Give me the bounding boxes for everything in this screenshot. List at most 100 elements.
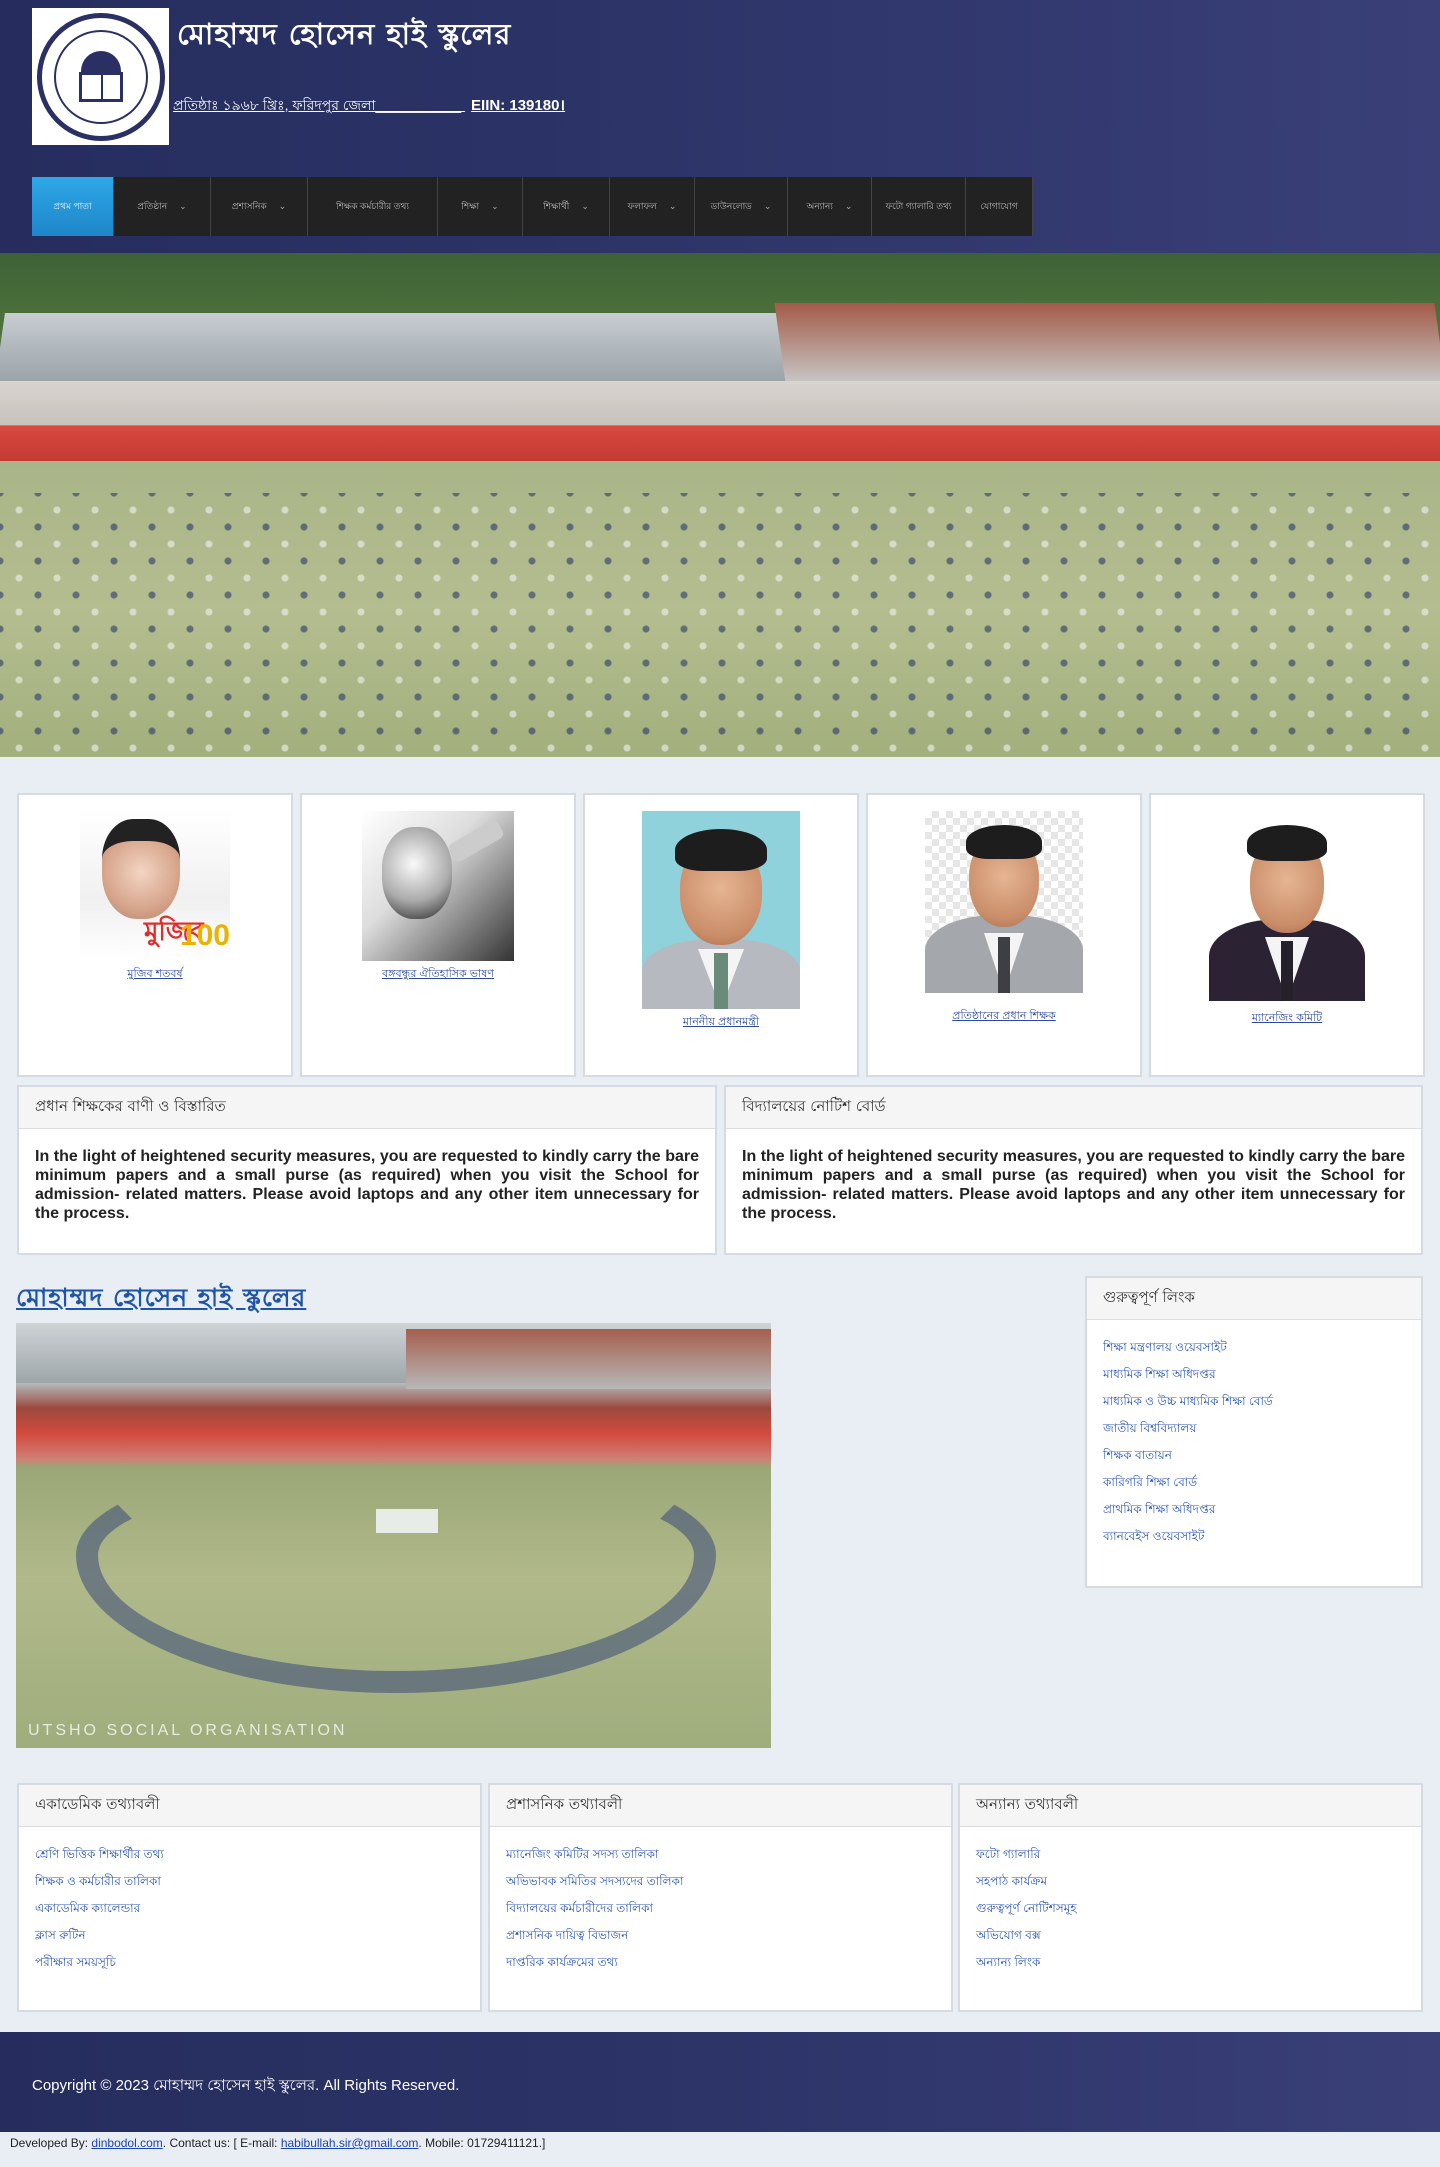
- administrative-link[interactable]: ম্যানেজিং কমিটির সদস্য তালিকা: [506, 1841, 935, 1868]
- nav-item-students[interactable]: শিক্ষার্থী ⌄: [523, 177, 610, 236]
- important-link[interactable]: মাধ্যমিক ও উচ্চ মাধ্যমিক শিক্ষা বোর্ড: [1103, 1388, 1405, 1415]
- nav-item-teachers-staff[interactable]: শিক্ষক কর্মচারীর তথ্য: [308, 177, 438, 236]
- school-group-photo: UTSHO SOCIAL ORGANISATION: [16, 1323, 771, 1748]
- other-link[interactable]: গুরুত্বপূর্ণ নোটিশসমূহ: [976, 1895, 1405, 1922]
- academic-link[interactable]: পরীক্ষার সময়সূচি: [35, 1949, 464, 1976]
- administrative-link[interactable]: বিদ্যালয়ের কর্মচারীদের তালিকা: [506, 1895, 935, 1922]
- email-link[interactable]: habibullah.sir@gmail.com: [281, 2136, 419, 2150]
- historic-speech-image: [362, 811, 514, 961]
- other-link[interactable]: অভিযোগ বক্স: [976, 1922, 1405, 1949]
- hero-students: [0, 493, 1440, 753]
- administrative-link[interactable]: প্রশাসনিক দায়িত্ব বিভাজন: [506, 1922, 935, 1949]
- notice-board-panel: বিদ্যালয়ের নোটিশ বোর্ড In the light of …: [724, 1085, 1423, 1255]
- academic-link[interactable]: ক্লাস রুটিন: [35, 1922, 464, 1949]
- nav-item-download[interactable]: ডাউনলোড ⌄: [695, 177, 788, 236]
- portrait-hair: [1247, 825, 1327, 861]
- nav-item-label: ফলাফল: [627, 201, 657, 211]
- nav-item-label: প্রথম পাতা: [53, 201, 92, 211]
- nav-item-results[interactable]: ফলাফল ⌄: [610, 177, 695, 236]
- administrative-link[interactable]: অভিভাবক সমিতির সদস্যদের তালিকা: [506, 1868, 935, 1895]
- site-footer: Copyright © 2023 মোহাম্মদ হোসেন হাই স্কু…: [0, 2032, 1440, 2132]
- important-link[interactable]: জাতীয় বিশ্ববিদ্যালয়: [1103, 1415, 1405, 1442]
- copyright-text: Copyright © 2023 মোহাম্মদ হোসেন হাই স্কু…: [32, 2077, 460, 2094]
- other-links-list: ফটো গ্যালারি সহপাঠ কার্যক্রম গুরুত্বপূর্…: [960, 1827, 1421, 1990]
- card-historic-speech[interactable]: বঙ্গবন্ধুর ঐতিহাসিক ভাষণ: [300, 793, 576, 1077]
- portrait-image: [642, 811, 800, 1009]
- card-name-link[interactable]: ম্যানেজিং কমিটি: [1151, 1009, 1423, 1028]
- important-link[interactable]: মাধ্যমিক শিক্ষা অধিদপ্তর: [1103, 1361, 1405, 1388]
- portrait-tie: [1281, 941, 1293, 1001]
- card-name-link[interactable]: প্রতিষ্ঠানের প্রধান শিক্ষক: [868, 1007, 1140, 1026]
- portrait-image: [925, 811, 1083, 993]
- featured-cards: মুজিব 100 মুজিব শতবর্ষ বঙ্গবন্ধুর ঐতিহাস…: [17, 793, 1425, 1077]
- academic-link[interactable]: একাডেমিক ক্যালেন্ডার: [35, 1895, 464, 1922]
- panel-title: বিদ্যালয়ের নোটিশ বোর্ড: [726, 1087, 1421, 1129]
- important-link[interactable]: শিক্ষক বাতায়ন: [1103, 1442, 1405, 1469]
- mujib-centenary-image: মুজিব 100: [80, 811, 230, 959]
- main-school-title-link[interactable]: মোহাম্মদ হোসেন হাই স্কুলের: [16, 1278, 306, 1321]
- photo-watermark: UTSHO SOCIAL ORGANISATION: [28, 1722, 348, 1739]
- important-link[interactable]: কারিগরি শিক্ষা বোর্ড: [1103, 1469, 1405, 1496]
- contact-prefix: . Contact us: [ E-mail:: [162, 2136, 281, 2150]
- nav-item-institution[interactable]: প্রতিষ্ঠান ⌄: [114, 177, 211, 236]
- academic-link[interactable]: শ্রেণি ভিত্তিক শিক্ষার্থীর তথ্য: [35, 1841, 464, 1868]
- chevron-down-icon: ⌄: [763, 201, 772, 211]
- nav-item-label: অন্যান্য: [806, 201, 833, 211]
- card-prime-minister[interactable]: মাননীয় প্রধানমন্ত্রী: [583, 793, 859, 1077]
- developer-credit: Developed By: dinbodol.com. Contact us: …: [10, 2136, 545, 2150]
- important-link[interactable]: প্রাথমিক শিক্ষা অধিদপ্তর: [1103, 1496, 1405, 1523]
- main-nav: প্রথম পাতা প্রতিষ্ঠান ⌄ প্রশাসনিক ⌄ শিক্…: [32, 177, 1033, 236]
- important-links-panel: গুরুত্বপূর্ণ লিংক শিক্ষা মন্ত্রণালয় ওয়…: [1085, 1276, 1423, 1588]
- dev-prefix: Developed By:: [10, 2136, 92, 2150]
- other-link[interactable]: ফটো গ্যালারি: [976, 1841, 1405, 1868]
- chevron-down-icon: ⌄: [179, 201, 187, 211]
- nav-item-home[interactable]: প্রথম পাতা: [32, 177, 114, 236]
- panel-title: অন্যান্য তথ্যাবলী: [960, 1785, 1421, 1827]
- mobile-number: . Mobile: 01729411121.]: [418, 2136, 546, 2150]
- chevron-down-icon: ⌄: [278, 201, 287, 211]
- hero-roof-right: [774, 303, 1440, 383]
- nav-item-others[interactable]: অন্যান্য ⌄: [788, 177, 872, 236]
- logo-book-icon: [78, 71, 123, 102]
- card-head-teacher[interactable]: প্রতিষ্ঠানের প্রধান শিক্ষক: [866, 793, 1142, 1077]
- portrait-arm: [446, 818, 506, 864]
- chevron-down-icon: ⌄: [844, 201, 853, 211]
- important-link[interactable]: ব্যানবেইস ওয়েবসাইট: [1103, 1523, 1405, 1550]
- headmaster-message-panel: প্রধান শিক্ষকের বাণী ও বিস্তারিত In the …: [17, 1085, 717, 1255]
- site-header: মোহাম্মদ হোসেন হাই স্কুলের প্রতিষ্ঠাঃ ১৯…: [0, 0, 1440, 253]
- site-subtitle-text: প্রতিষ্ঠাঃ ১৯৬৮ খ্রিঃ, ফরিদপুর জেলা_____…: [173, 97, 462, 113]
- site-title[interactable]: মোহাম্মদ হোসেন হাই স্কুলের: [177, 12, 511, 61]
- card-name-link[interactable]: মুজিব শতবর্ষ: [19, 965, 291, 984]
- nav-item-education[interactable]: শিক্ষা ⌄: [438, 177, 523, 236]
- portrait-tie: [714, 953, 728, 1009]
- portrait-tie: [998, 937, 1010, 993]
- photo-banner: [376, 1509, 438, 1533]
- school-logo[interactable]: [32, 8, 169, 145]
- card-mujib-centenary[interactable]: মুজিব 100 মুজিব শতবর্ষ: [17, 793, 293, 1077]
- nav-item-photo-gallery[interactable]: ফটো গ্যালারি তথ্য: [872, 177, 966, 236]
- card-name-link[interactable]: মাননীয় প্রধানমন্ত্রী: [585, 1013, 857, 1032]
- panel-title: প্রশাসনিক তথ্যাবলী: [490, 1785, 951, 1827]
- administrative-link[interactable]: দাপ্তরিক কার্যক্রমের তথ্য: [506, 1949, 935, 1976]
- nav-item-label: যোগাযোগ: [980, 201, 1018, 211]
- portrait-face: [382, 827, 452, 919]
- administrative-info-panel: প্রশাসনিক তথ্যাবলী ম্যানেজিং কমিটির সদস্…: [488, 1783, 953, 2012]
- panel-title: প্রধান শিক্ষকের বাণী ও বিস্তারিত: [19, 1087, 715, 1129]
- academic-link[interactable]: শিক্ষক ও কর্মচারীর তালিকা: [35, 1868, 464, 1895]
- portrait-face: [102, 819, 180, 919]
- other-link[interactable]: সহপাঠ কার্যক্রম: [976, 1868, 1405, 1895]
- nav-item-label: শিক্ষা: [461, 201, 480, 211]
- other-link[interactable]: অন্যান্য লিংক: [976, 1949, 1405, 1976]
- chevron-down-icon: ⌄: [668, 201, 677, 211]
- important-link[interactable]: শিক্ষা মন্ত্রণালয় ওয়েবসাইট: [1103, 1334, 1405, 1361]
- card-managing-committee[interactable]: ম্যানেজিং কমিটি: [1149, 793, 1425, 1077]
- developer-link[interactable]: dinbodol.com: [91, 2136, 162, 2150]
- nav-item-administrative[interactable]: প্রশাসনিক ⌄: [211, 177, 308, 236]
- academic-info-panel: একাডেমিক তথ্যাবলী শ্রেণি ভিত্তিক শিক্ষার…: [17, 1783, 482, 2012]
- nav-item-contact[interactable]: যোগাযোগ: [966, 177, 1033, 236]
- nav-item-label: ফটো গ্যালারি তথ্য: [885, 201, 952, 211]
- important-links-list: শিক্ষা মন্ত্রণালয় ওয়েবসাইট মাধ্যমিক শি…: [1087, 1320, 1421, 1564]
- other-info-panel: অন্যান্য তথ্যাবলী ফটো গ্যালারি সহপাঠ কার…: [958, 1783, 1423, 2012]
- card-name-link[interactable]: বঙ্গবন্ধুর ঐতিহাসিক ভাষণ: [302, 965, 574, 984]
- nav-item-label: শিক্ষার্থী: [543, 201, 570, 211]
